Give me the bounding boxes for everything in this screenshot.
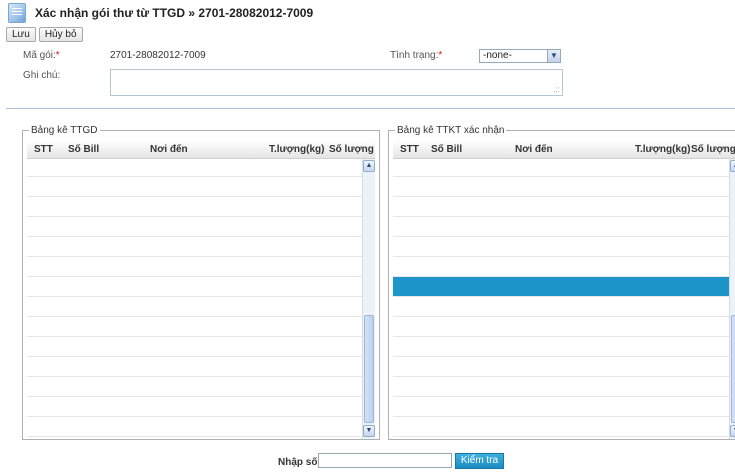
table-row[interactable]: [393, 297, 729, 317]
status-label: Tình trạng:*: [390, 50, 443, 61]
check-button[interactable]: Kiểm tra: [455, 453, 504, 469]
table-row[interactable]: [27, 197, 362, 217]
right-scrollbar[interactable]: ▲ ▼: [729, 159, 735, 439]
table-row[interactable]: [27, 377, 362, 397]
table-row[interactable]: [27, 217, 362, 237]
table-row[interactable]: [393, 397, 729, 417]
table-row[interactable]: [393, 277, 729, 297]
page-title: Xác nhận gói thư từ TTGD » 2701-28082012…: [35, 6, 314, 20]
code-label: Mã gói:*: [23, 50, 60, 61]
col-stt[interactable]: STT: [34, 144, 53, 155]
divider: [6, 108, 735, 109]
col-quantity[interactable]: Số lượng: [691, 144, 735, 155]
col-stt[interactable]: STT: [400, 144, 419, 155]
col-destination[interactable]: Nơi đến: [150, 144, 188, 155]
table-row[interactable]: [27, 177, 362, 197]
table-row[interactable]: [27, 159, 362, 177]
table-row[interactable]: [393, 377, 729, 397]
table-row[interactable]: [27, 257, 362, 277]
col-quantity[interactable]: Số lượng: [329, 144, 374, 155]
resize-grip-icon[interactable]: .::: [553, 85, 560, 94]
col-weight[interactable]: T.lượng(kg): [269, 144, 324, 155]
left-grid-body: [27, 159, 362, 439]
right-grid-header: STT Số Bill Nơi đến T.lượng(kg) Số lượng: [393, 140, 735, 159]
status-select-value: -none-: [483, 50, 512, 61]
col-bill[interactable]: Số Bill: [431, 144, 462, 155]
table-row[interactable]: [27, 317, 362, 337]
table-row[interactable]: [393, 337, 729, 357]
table-row[interactable]: [393, 237, 729, 257]
table-row[interactable]: [27, 297, 362, 317]
table-row[interactable]: [27, 277, 362, 297]
table-row[interactable]: [27, 397, 362, 417]
table-row[interactable]: [393, 257, 729, 277]
note-textarea[interactable]: .::: [110, 69, 563, 96]
scroll-down-icon[interactable]: ▼: [363, 425, 375, 437]
table-row[interactable]: [27, 237, 362, 257]
table-row[interactable]: [27, 417, 362, 437]
scroll-thumb[interactable]: [364, 315, 374, 423]
table-row[interactable]: [393, 197, 729, 217]
scroll-down-icon[interactable]: ▼: [730, 425, 735, 437]
scroll-up-icon[interactable]: ▲: [363, 160, 375, 172]
left-grid-legend: Bảng kê TTGD: [29, 125, 100, 136]
toolbar: Lưu Hủy bỏ: [6, 27, 83, 42]
bill-input[interactable]: [318, 453, 452, 468]
col-bill[interactable]: Số Bill: [68, 144, 99, 155]
right-grid-body: [393, 159, 729, 439]
table-row[interactable]: [393, 317, 729, 337]
table-row[interactable]: [393, 417, 729, 437]
col-destination[interactable]: Nơi đến: [515, 144, 553, 155]
table-row[interactable]: [27, 337, 362, 357]
scroll-up-icon[interactable]: ▲: [730, 160, 735, 172]
cancel-button[interactable]: Hủy bỏ: [38, 27, 83, 42]
right-grid-legend: Bảng kê TTKT xác nhận: [395, 125, 507, 136]
table-row[interactable]: [393, 159, 729, 177]
chevron-down-icon[interactable]: ▼: [547, 50, 560, 62]
left-grid-header: STT Số Bill Nơi đến T.lượng(kg) Số lượng: [27, 140, 375, 159]
status-select[interactable]: -none- ▼: [479, 49, 561, 63]
table-row[interactable]: [393, 357, 729, 377]
scroll-thumb[interactable]: [731, 315, 735, 423]
code-value: 2701-28082012-7009: [110, 50, 206, 61]
save-button[interactable]: Lưu: [6, 27, 36, 42]
col-weight[interactable]: T.lượng(kg): [635, 144, 690, 155]
note-label: Ghi chú:: [23, 70, 61, 81]
title-bar: Xác nhận gói thư từ TTGD » 2701-28082012…: [0, 0, 735, 26]
table-row[interactable]: [393, 177, 729, 197]
left-scrollbar[interactable]: ▲ ▼: [362, 159, 375, 439]
mailbox-icon: [8, 3, 26, 23]
table-row[interactable]: [27, 357, 362, 377]
table-row[interactable]: [393, 217, 729, 237]
